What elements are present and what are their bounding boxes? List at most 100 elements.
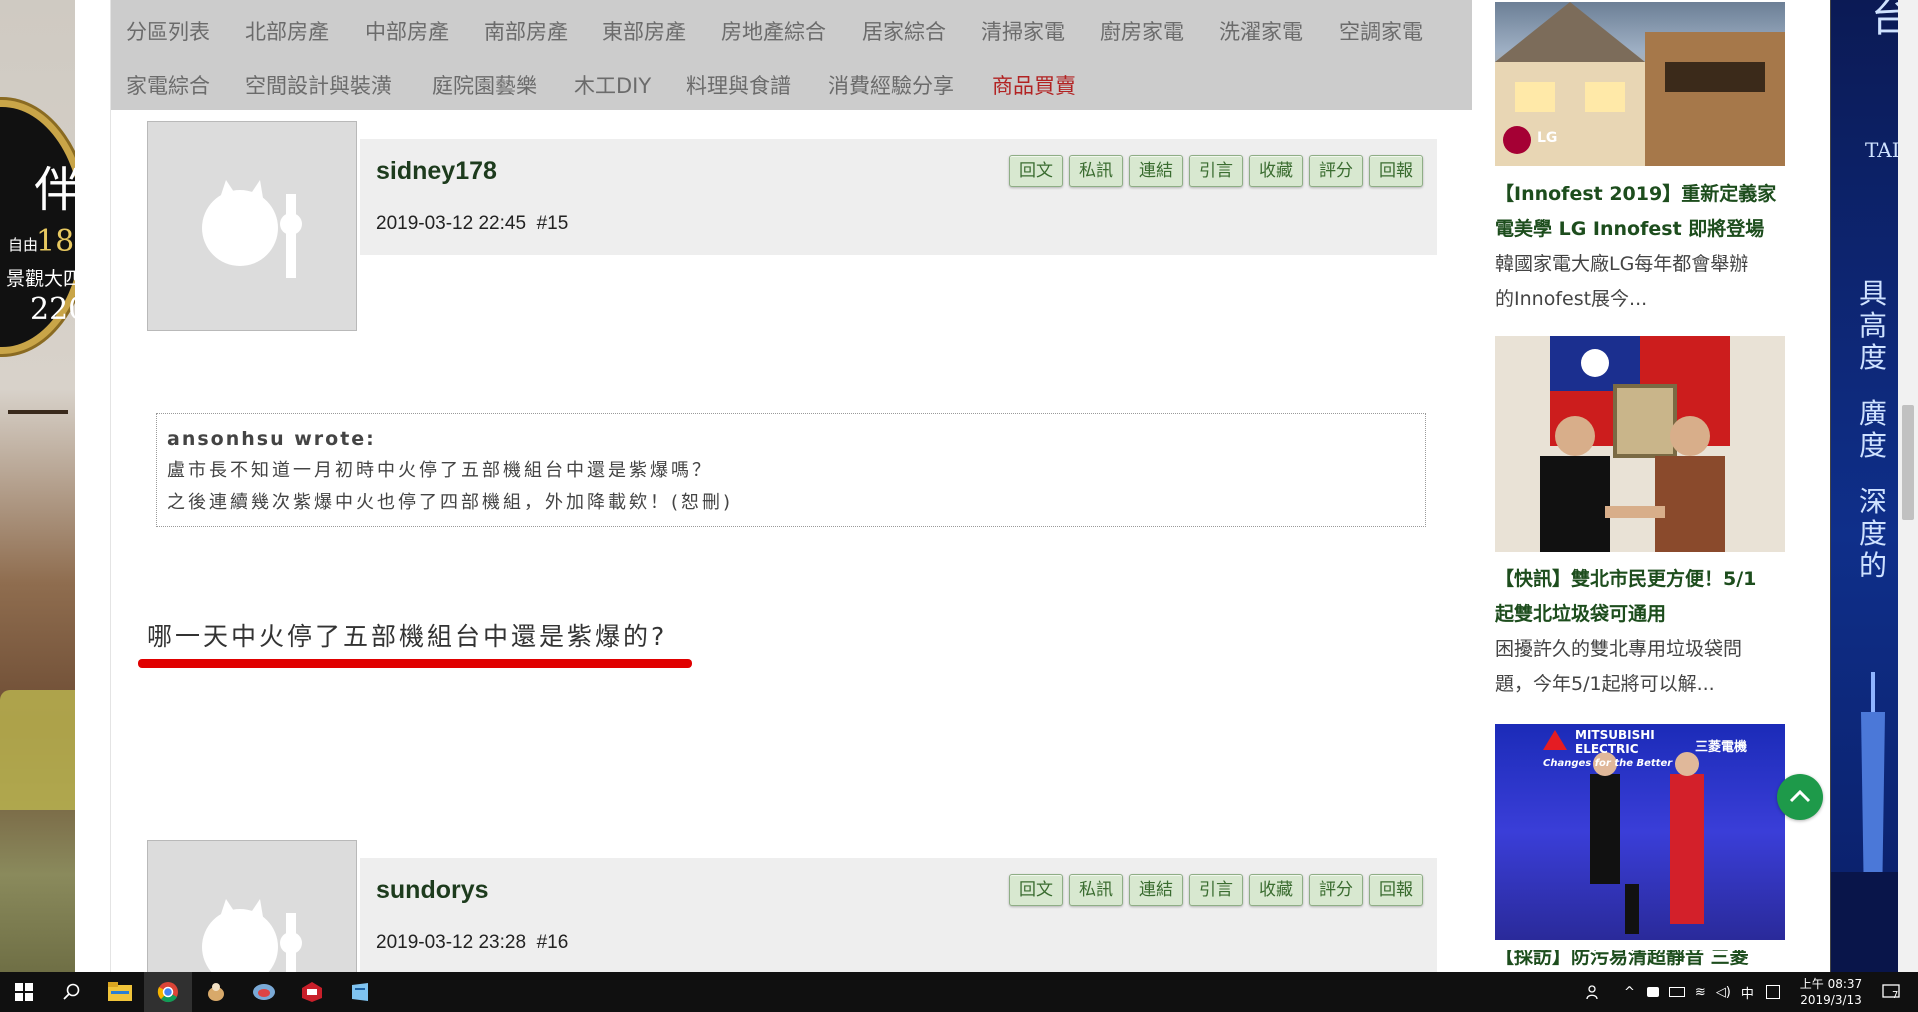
search-button[interactable] [48, 972, 96, 1012]
windows-taskbar: ^ ≋ ◁) 中 上午 08:37 2019/3/13 7 [0, 972, 1918, 1012]
report-button[interactable]: 回報 [1369, 155, 1423, 187]
notification-count: 7 [1892, 989, 1899, 1001]
app-pinned-icon [302, 982, 322, 1002]
link-button[interactable]: 連結 [1129, 874, 1183, 906]
quote-button[interactable]: 引言 [1189, 874, 1243, 906]
article-thumbnail[interactable]: MITSUBISHI ELECTRIC Changes for the Bett… [1495, 724, 1785, 940]
article-title[interactable]: 【快訊】雙北市民更方便！5/1 起雙北垃圾袋可通用 [1495, 562, 1795, 632]
article-thumbnail[interactable]: LG [1495, 2, 1785, 166]
bookmark-button[interactable]: 收藏 [1249, 874, 1303, 906]
ad-glyph: 度 [1859, 341, 1888, 374]
start-button[interactable] [0, 972, 48, 1012]
press-photo-icon [1540, 336, 1730, 552]
username[interactable]: sidney178 [376, 157, 497, 186]
default-avatar-icon [202, 180, 302, 278]
category-link[interactable]: 東部房產 [602, 16, 686, 46]
back-to-top-button[interactable] [1777, 774, 1823, 820]
page-scrollbar[interactable] [1898, 0, 1918, 972]
category-link[interactable]: 分區列表 [126, 16, 210, 46]
category-link[interactable]: 庭院園藝樂 [432, 70, 537, 100]
battery-icon[interactable] [1668, 987, 1685, 997]
rate-button[interactable]: 評分 [1309, 155, 1363, 187]
bookmark-button[interactable]: 收藏 [1249, 155, 1303, 187]
private-message-button[interactable]: 私訊 [1069, 155, 1123, 187]
category-link[interactable]: 北部房產 [245, 16, 329, 46]
taskbar-app[interactable] [144, 972, 192, 1012]
category-link[interactable]: 木工DIY [574, 70, 651, 100]
lg-logo-text: LG [1537, 130, 1558, 146]
action-center[interactable]: 7 [1882, 972, 1900, 1012]
event-photo-icon [1543, 730, 1704, 934]
ad-glyph: 台 [1871, 0, 1911, 41]
article-title-line: 起雙北垃圾袋可通用 [1495, 603, 1667, 625]
default-avatar-icon [202, 899, 302, 972]
post-datetime: 2019-03-12 22:45 [376, 213, 527, 234]
app-pinned-icon [352, 983, 368, 1001]
reply-button[interactable]: 回文 [1009, 874, 1063, 906]
category-link[interactable]: 空調家電 [1339, 16, 1423, 46]
avatar[interactable] [147, 840, 357, 972]
private-message-button[interactable]: 私訊 [1069, 874, 1123, 906]
rate-button[interactable]: 評分 [1309, 874, 1363, 906]
category-link[interactable]: 空間設計與裝潢 [245, 70, 392, 100]
ad-line: 220 [30, 292, 75, 327]
chrome-icon [157, 982, 178, 1003]
ad-glyph: 度 [1859, 517, 1888, 550]
article-desc: 困擾許久的雙北專用垃圾袋問 題，今年5/1起將可以解... [1495, 632, 1795, 702]
system-tray: ^ ≋ ◁) 中 [1586, 972, 1790, 1012]
article-thumbnail[interactable] [1495, 336, 1785, 552]
wifi-icon[interactable]: ≋ [1695, 985, 1706, 1000]
category-link[interactable]: 料理與食譜 [686, 70, 791, 100]
category-link[interactable]: 洗濯家電 [1219, 16, 1303, 46]
username[interactable]: sundorys [376, 876, 489, 905]
category-link[interactable]: 中部房產 [365, 16, 449, 46]
category-link[interactable]: 消費經驗分享 [828, 70, 954, 100]
quote-text: 盧市長不知道一月初時中火停了五部機組台中還是紫爆嗎？ [167, 460, 713, 481]
link-button[interactable]: 連結 [1129, 155, 1183, 187]
taskbar-clock[interactable]: 上午 08:37 2019/3/13 [1796, 976, 1866, 1008]
app-pinned-icon [253, 984, 275, 1000]
category-link[interactable]: 居家綜合 [862, 16, 946, 46]
input-mode-icon[interactable] [1765, 985, 1780, 999]
ad-line: 188 [36, 224, 75, 259]
taskbar-app[interactable] [192, 972, 240, 1012]
search-icon [63, 983, 80, 1000]
clock-date: 2019/3/13 [1800, 993, 1862, 1007]
post-floor[interactable]: #16 [537, 932, 569, 953]
category-link-highlight[interactable]: 商品買賣 [992, 70, 1076, 100]
article-title[interactable]: 【Innofest 2019】重新定義家 電美學 LG Innofest 即將登… [1495, 177, 1795, 247]
post-datetime: 2019-03-12 23:28 [376, 932, 527, 953]
reply-button[interactable]: 回文 [1009, 155, 1063, 187]
ad-line: 自由 [8, 236, 39, 254]
avatar[interactable] [147, 121, 357, 331]
people-icon[interactable] [1586, 984, 1602, 1000]
ad-glyph: 伴 [34, 162, 75, 218]
scrollbar-thumb[interactable] [1902, 405, 1914, 520]
category-link[interactable]: 家電綜合 [126, 70, 210, 100]
ime-indicator[interactable]: 中 [1741, 983, 1754, 1002]
category-link[interactable]: 廚房家電 [1100, 16, 1184, 46]
clock-time: 上午 08:37 [1799, 977, 1863, 991]
volume-icon[interactable]: ◁) [1716, 985, 1731, 1000]
quote-button[interactable]: 引言 [1189, 155, 1243, 187]
sidebar: LG 【Innofest 2019】重新定義家 電美學 LG Innofest … [1472, 0, 1830, 972]
windows-logo-icon [15, 983, 33, 1001]
category-link[interactable]: 南部房產 [484, 16, 568, 46]
post-meta: 2019-03-12 23:28 #16 [376, 932, 568, 954]
ad-glyph: 高 [1859, 309, 1888, 342]
quote-text: 之後連續幾次紫爆中火也停了四部機組，外加降載欸！(恕刪) [167, 492, 734, 513]
taskbar-app[interactable] [336, 972, 384, 1012]
taskbar-app[interactable] [240, 972, 288, 1012]
category-link[interactable]: 房地產綜合 [721, 16, 826, 46]
taskbar-app[interactable] [96, 972, 144, 1012]
post-floor[interactable]: #15 [537, 213, 569, 234]
article-title[interactable]: 【採訪】防污易清超靜音 三菱 [1495, 950, 1795, 972]
report-button[interactable]: 回報 [1369, 874, 1423, 906]
category-link[interactable]: 清掃家電 [981, 16, 1065, 46]
security-icon[interactable] [1646, 987, 1659, 997]
chevron-up-icon[interactable]: ^ [1624, 985, 1635, 1000]
taskbar-app[interactable] [288, 972, 336, 1012]
article-desc-line: 困擾許久的雙北專用垃圾袋問 [1495, 638, 1743, 660]
left-banner-ad[interactable]: 伴 自由 188 景觀大四 220 [0, 0, 75, 972]
ad-glyph: 的 [1859, 549, 1888, 582]
